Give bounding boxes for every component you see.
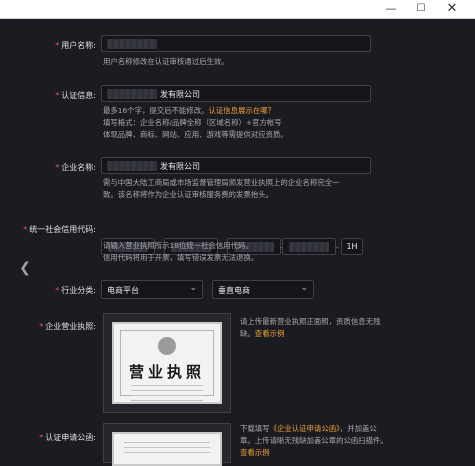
chevron-down-icon: ⌄ xyxy=(189,283,197,293)
required-mark: * xyxy=(39,433,44,442)
cert-info-hint-3: 体现品牌、商标、网站、应用、游戏等需提供对应资质。 xyxy=(103,130,288,139)
credit-code-segment-4[interactable] xyxy=(282,238,336,255)
license-example-link[interactable]: 查看示例 xyxy=(255,329,285,338)
credit-code-segment-5[interactable]: 1H xyxy=(341,238,363,255)
license-image-title: 营业执照 xyxy=(128,363,205,381)
industry-primary-value: 电商平台 xyxy=(107,286,139,295)
cert-info-value: 发有限公司 xyxy=(160,90,200,99)
redacted-text xyxy=(107,89,157,99)
company-name-label: * 企业名称: xyxy=(55,163,96,172)
form-content: ❮ * 用户名称: 用户名称修改在认证审核通过后生效。 * 认证信息: 发有限公司 … xyxy=(0,19,475,466)
company-name-hint-1: 需与中国大陆工商局或市场监督管理局颁发营业执照上的企业名称完全一 xyxy=(103,178,340,187)
cert-info-display-link[interactable]: 认证信息展示在哪？ xyxy=(208,106,275,115)
close-icon[interactable]: ✕ xyxy=(440,0,464,18)
application-image xyxy=(112,432,222,466)
required-mark: * xyxy=(39,322,44,331)
cert-info-label: * 认证信息: xyxy=(55,91,96,100)
application-label: * 认证申请公函: xyxy=(39,433,96,442)
required-mark: * xyxy=(55,91,60,100)
application-hint-1: 下载填写《企业认证申请公函》，并加盖公 xyxy=(240,424,377,433)
application-upload-area[interactable] xyxy=(103,423,231,466)
chevron-down-icon: ⌄ xyxy=(300,283,308,293)
cert-info-hint-1: 最多16个字，提交后不能修改。认证信息展示在哪？ xyxy=(103,106,276,115)
username-hint: 用户名称修改在认证审核通过后生效。 xyxy=(103,57,229,66)
industry-label: * 行业分类: xyxy=(55,286,96,295)
maximize-icon[interactable]: ☐ xyxy=(409,0,433,18)
application-text-lines xyxy=(124,442,210,456)
application-hint-3: 查看示例 xyxy=(240,447,270,459)
required-mark: * xyxy=(55,163,60,172)
application-hint-2: 章。上传请晰无残缺加盖公章的公函扫描件。 xyxy=(240,436,388,445)
cert-info-input[interactable]: 发有限公司 xyxy=(101,85,371,102)
company-name-hint-2: 致。该名称将作为企业认证审核服务费的发票抬头。 xyxy=(103,190,273,199)
industry-secondary-value: 垂直电商 xyxy=(218,286,250,295)
application-template-link[interactable]: 《企业认证申请公函》 xyxy=(270,424,340,433)
national-emblem-icon xyxy=(158,337,176,355)
license-upload-area[interactable]: 营业执照 xyxy=(103,313,231,413)
license-text-lines xyxy=(131,385,203,405)
required-mark: * xyxy=(55,41,60,50)
required-mark: * xyxy=(55,286,60,295)
redacted-text xyxy=(107,161,157,171)
application-example-link[interactable]: 查看示例 xyxy=(240,448,270,457)
license-hint-2: 缺。查看示例 xyxy=(240,329,285,338)
license-border: 营业执照 xyxy=(120,330,214,405)
credit-code-label: * 统一社会信用代码: xyxy=(23,225,96,234)
company-name-value: 发有限公司 xyxy=(160,162,200,171)
license-hint-1: 请上传最新营业执照正面照，资质信息无残 xyxy=(240,317,381,326)
license-label: * 企业营业执照: xyxy=(39,322,96,331)
credit-code-hint-2: 信用代码将用于开票，填写错误发票无法退换。 xyxy=(103,253,259,262)
back-arrow-icon[interactable]: ❮ xyxy=(17,257,33,279)
license-image: 营业执照 xyxy=(112,322,222,405)
cert-info-hint-2: 填写格式：企业名称/品牌全称（区域名称）+官方帐号 xyxy=(103,118,282,127)
industry-secondary-select[interactable]: 垂直电商 ⌄ xyxy=(212,280,314,299)
credit-code-separator: - xyxy=(336,243,339,252)
credit-code-hint-1: 请输入营业执照所示18位统一社会信用代码。 xyxy=(103,241,253,250)
required-mark: * xyxy=(23,225,28,234)
username-label: * 用户名称: xyxy=(55,41,96,50)
industry-primary-select[interactable]: 电商平台 ⌄ xyxy=(101,280,203,299)
minimize-icon[interactable]: — xyxy=(379,0,403,18)
redacted-text xyxy=(289,242,329,252)
redacted-text xyxy=(107,39,157,49)
username-input[interactable] xyxy=(101,35,371,52)
window-titlebar: — ☐ ✕ xyxy=(0,0,475,19)
company-name-input[interactable]: 发有限公司 xyxy=(101,157,371,174)
